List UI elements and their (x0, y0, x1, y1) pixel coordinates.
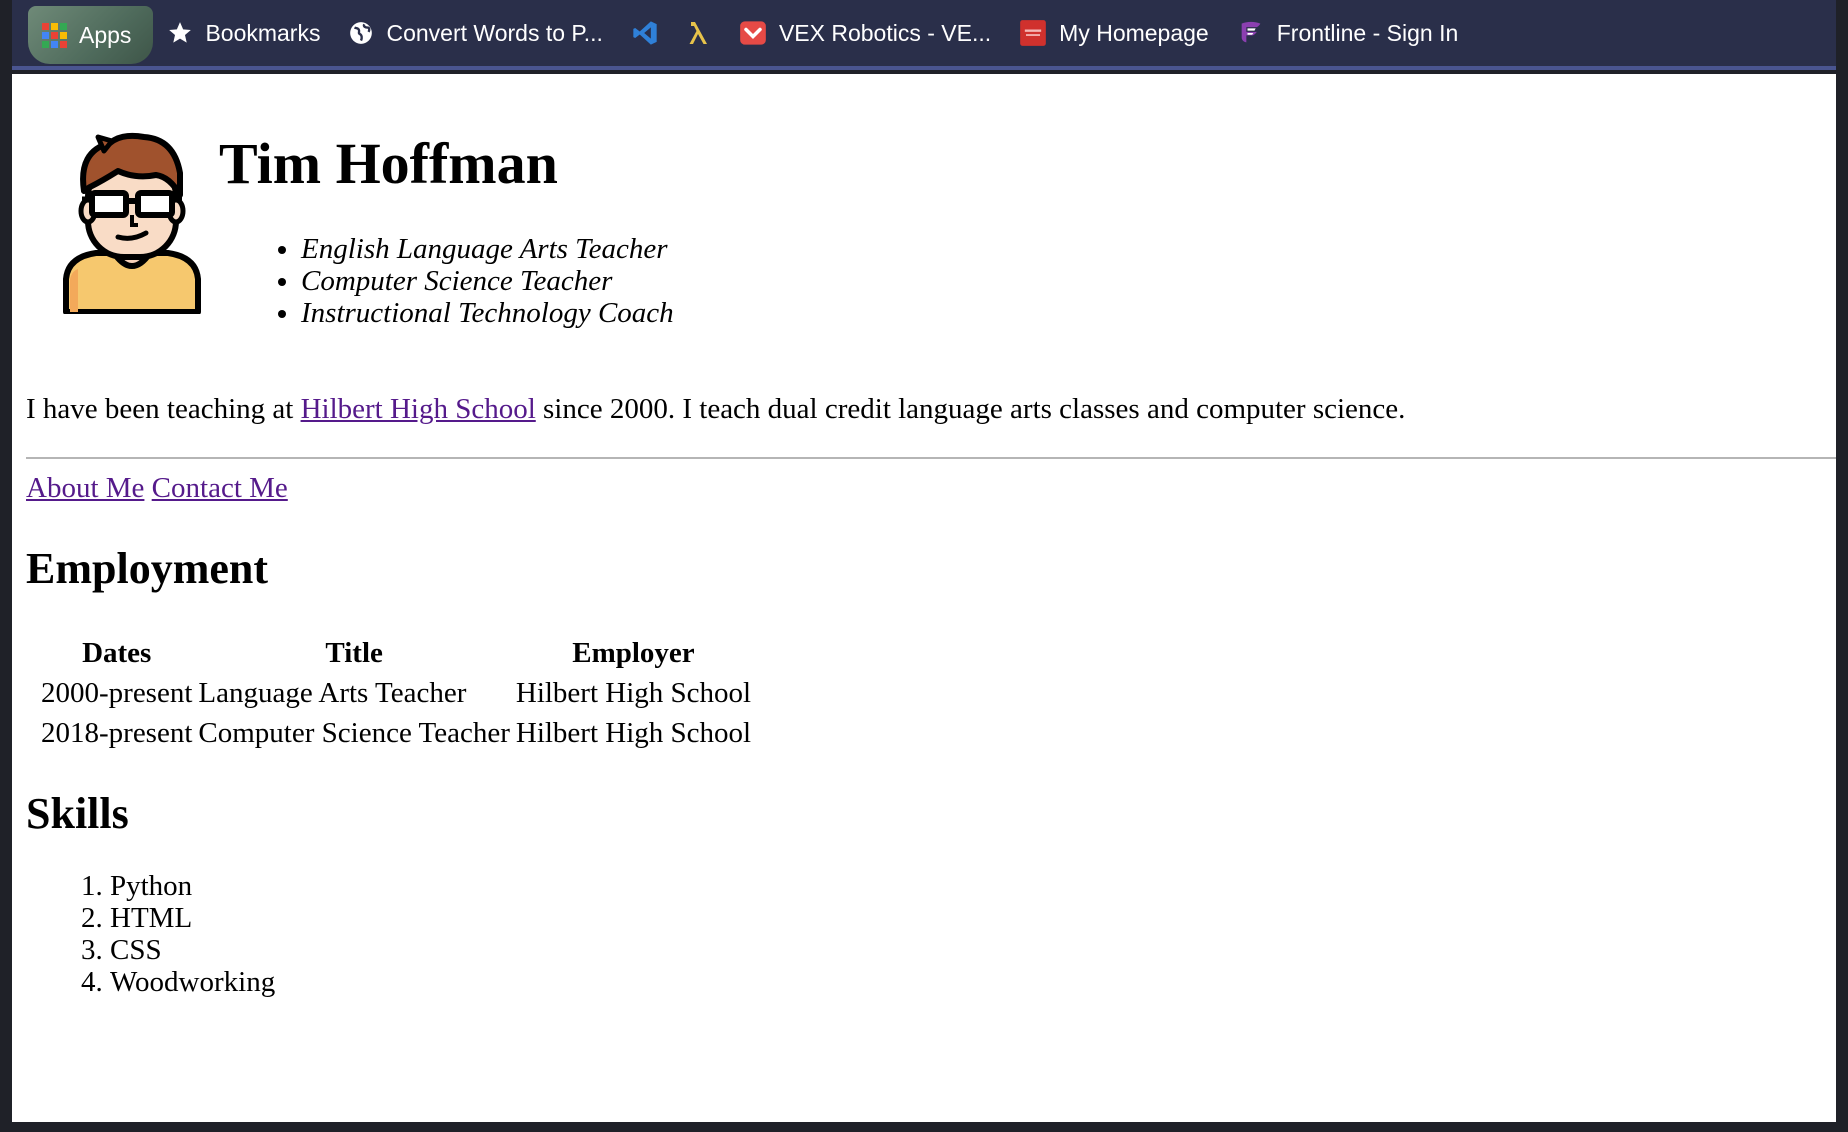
cell-employer: Hilbert High School (515, 717, 752, 749)
intro-text-after: since 2000. I teach dual credit language… (535, 393, 1406, 425)
bookmark-my-homepage[interactable]: My Homepage (1005, 0, 1223, 68)
page-nav: About Me Contact Me (26, 471, 288, 505)
skill-item: Python (110, 870, 275, 902)
divider (26, 457, 1836, 459)
apps-label: Apps (79, 21, 132, 48)
employment-table: Dates Title Employer 2000-present Langua… (38, 633, 754, 753)
cell-dates: 2000-present (41, 677, 193, 709)
apps-grid-icon (42, 22, 67, 48)
page-title: Tim Hoffman (219, 131, 558, 196)
skill-item: CSS (110, 934, 275, 966)
bookmark-label: Bookmarks (205, 19, 321, 46)
table-row: 2000-present Language Arts Teacher Hilbe… (38, 673, 754, 713)
lambda-icon (687, 19, 711, 47)
cell-title: Computer Science Teacher (198, 717, 510, 749)
role-item: English Language Arts Teacher (301, 233, 674, 265)
contact-me-link[interactable]: Contact Me (152, 472, 288, 504)
cell-title: Language Arts Teacher (198, 677, 467, 709)
cell-dates: 2018-present (41, 717, 193, 749)
bookmark-label: Convert Words to P... (386, 19, 603, 46)
bookmark-lambda[interactable] (673, 0, 725, 68)
bookmark-vscode[interactable] (617, 0, 673, 68)
table-header-row: Dates Title Employer (38, 633, 754, 673)
cell-employer: Hilbert High School (515, 677, 752, 709)
apps-button[interactable]: Apps (28, 6, 154, 64)
employment-heading: Employment (26, 544, 268, 593)
skills-heading: Skills (26, 789, 129, 838)
globe-icon (348, 20, 374, 46)
bookmark-label: My Homepage (1059, 19, 1209, 46)
avatar (52, 129, 212, 315)
bookmark-vex-robotics[interactable]: VEX Robotics - VE... (725, 0, 1005, 68)
pocket-icon (739, 19, 767, 47)
bookmark-convert-words[interactable]: Convert Words to P... (334, 0, 616, 68)
about-me-link[interactable]: About Me (26, 472, 144, 504)
role-item: Instructional Technology Coach (301, 297, 674, 329)
role-item: Computer Science Teacher (301, 265, 674, 297)
page-content: Tim Hoffman English Language Arts Teache… (12, 74, 1836, 1122)
column-header-dates: Dates (82, 637, 152, 669)
oracle-icon (1019, 19, 1047, 47)
bookmark-label: Frontline - Sign In (1276, 19, 1459, 46)
skills-list: Python HTML CSS Woodworking (40, 870, 275, 998)
bookmark-bookmarks[interactable]: Bookmarks (153, 0, 334, 68)
skill-item: HTML (110, 902, 275, 934)
vscode-icon (631, 19, 659, 47)
column-header-title: Title (325, 637, 383, 669)
frontline-icon (1237, 19, 1265, 47)
table-row: 2018-present Computer Science Teacher Hi… (38, 713, 754, 753)
hilbert-high-school-link[interactable]: Hilbert High School (301, 393, 536, 425)
star-icon (167, 20, 193, 46)
intro-paragraph: I have been teaching at Hilbert High Sch… (26, 392, 1405, 426)
bookmark-label: VEX Robotics - VE... (778, 19, 992, 46)
column-header-employer: Employer (572, 637, 695, 669)
roles-list: English Language Arts Teacher Computer S… (249, 233, 674, 329)
skill-item: Woodworking (110, 966, 275, 998)
bookmarks-bar: Apps Bookmarks Convert Words to P... VEX… (12, 0, 1836, 70)
bookmark-frontline[interactable]: Frontline - Sign In (1223, 0, 1473, 68)
intro-text-before: I have been teaching at (26, 393, 301, 425)
